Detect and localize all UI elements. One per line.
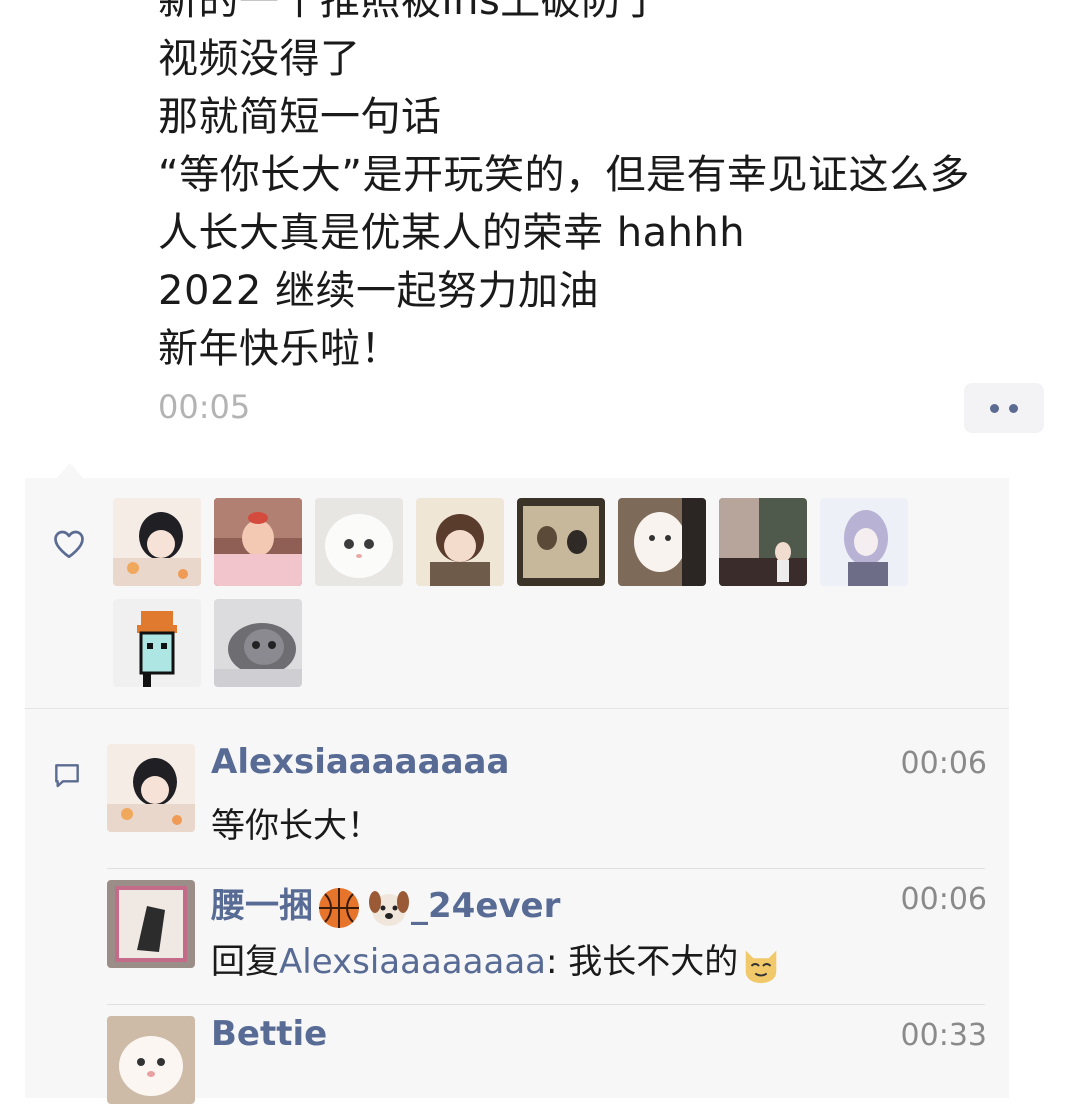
comment-separator: [107, 1004, 985, 1005]
dot-icon: [1009, 403, 1018, 413]
post-line: 新的一个推照被ins上破防了: [158, 0, 663, 24]
social-panel: Alexsiaaaaaaaa 00:06 等你长大！ 腰一捆 _24ever 0…: [25, 478, 1009, 1104]
comment-time: 00:33: [900, 1018, 987, 1053]
avatar[interactable]: [315, 498, 403, 586]
comment-author[interactable]: Alexsiaaaaaaaa: [211, 742, 509, 782]
post-line: 那就简短一句话: [158, 94, 442, 140]
author-name-suffix: _24ever: [411, 886, 561, 926]
avatar[interactable]: [214, 498, 302, 586]
comment-author[interactable]: Bettie: [211, 1014, 327, 1054]
comment-separator: [107, 868, 985, 869]
comment-text: 回复Alexsiaaaaaaaa: 我长不大的: [211, 934, 782, 985]
avatar[interactable]: [113, 498, 201, 586]
comment-text: 等你长大！: [211, 806, 381, 846]
reply-target[interactable]: Alexsiaaaaaaaa: [279, 942, 546, 982]
reply-prefix: 回复: [211, 942, 279, 982]
cat-face-icon: [745, 950, 777, 983]
avatar[interactable]: [107, 1016, 195, 1104]
post-body: 新的一个推照被ins上破防了 视频没得了 那就简短一句话 “等你长大”是开玩笑的…: [158, 0, 1058, 378]
basketball-icon: [319, 887, 359, 928]
avatar[interactable]: [618, 498, 706, 586]
post-line: 视频没得了: [158, 36, 361, 82]
dot-icon: [990, 403, 999, 413]
post-line: 人长大真是优某人的荣幸 hahhh: [158, 210, 746, 256]
avatar[interactable]: [517, 498, 605, 586]
comment-author[interactable]: 腰一捆 _24ever: [211, 878, 560, 930]
reply-body: : 我长不大的: [546, 942, 739, 982]
comment-icon: [55, 764, 79, 788]
post-line: 2022 继续一起努力加油: [158, 268, 600, 314]
dog-face-icon: [369, 890, 409, 926]
panel-caret: [56, 463, 84, 479]
author-name: 腰一捆: [211, 886, 313, 926]
comment-time: 00:06: [900, 882, 987, 917]
post-line: 新年快乐啦！: [158, 326, 401, 372]
post-timestamp: 00:05: [158, 388, 251, 426]
avatar[interactable]: [416, 498, 504, 586]
avatar[interactable]: [214, 599, 302, 687]
avatar[interactable]: [107, 880, 195, 968]
post-line: “等你长大”是开玩笑的，但是有幸见证这么多: [158, 152, 970, 198]
comment-time: 00:06: [900, 746, 987, 781]
avatar[interactable]: [820, 498, 908, 586]
avatar[interactable]: [719, 498, 807, 586]
more-actions-button[interactable]: [964, 383, 1044, 433]
avatar[interactable]: [107, 744, 195, 832]
divider: [25, 708, 1009, 709]
avatar[interactable]: [113, 599, 201, 687]
heart-outline-icon: [54, 530, 84, 559]
